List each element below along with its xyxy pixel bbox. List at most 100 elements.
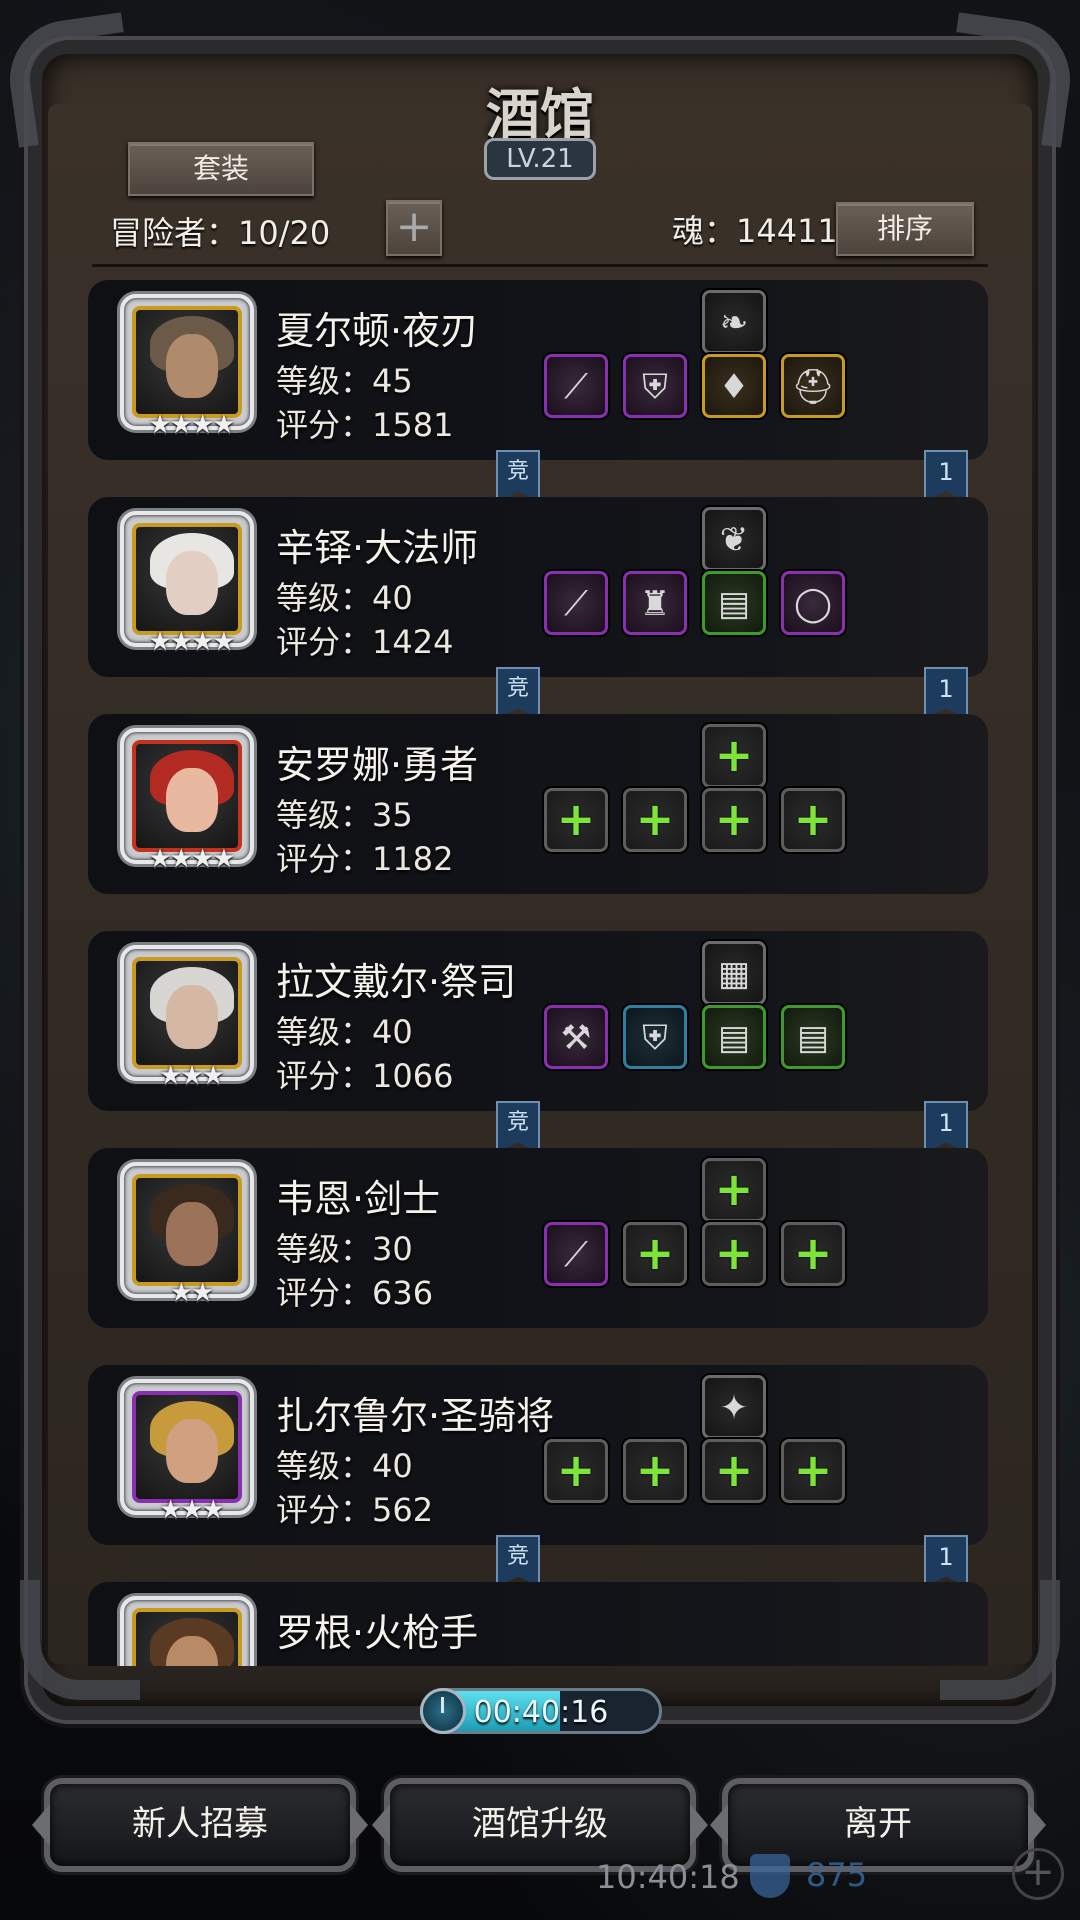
equipment-slot[interactable]: ▤ [702,1005,766,1069]
portrait-frame [132,306,242,418]
star-rating: ★★★ [159,1495,225,1525]
empty-equipment-slot[interactable]: + [623,788,687,852]
hero-score: 评分：1424 [276,623,454,661]
emblem-icon: ✦ [719,1388,749,1428]
arena-ribbon-badge: 竞 [496,667,540,719]
empty-equipment-slot[interactable]: + [702,788,766,852]
plus-icon: + [635,1226,675,1280]
hero-card[interactable]: ★★★★ 安罗娜·勇者 等级：35 评分：1182 + + + + + [88,714,988,894]
hero-portrait[interactable]: ★★★ [120,945,254,1091]
hero-level: 等级：40 [276,579,413,617]
hero-card[interactable]: ★★★ 拉文戴尔·祭司 等级：40 评分：1066 ▦ ⚒ ⛨ ▤ ▤ [88,931,988,1111]
equipment-slot[interactable]: ⚒ [544,1005,608,1069]
plus-icon: + [714,792,754,846]
portrait-frame [132,523,242,635]
equipment-slot[interactable]: ▦ [702,941,766,1005]
empty-equipment-slot[interactable]: + [702,1158,766,1222]
star-rating: ★★★★ [148,844,235,874]
portrait-frame [132,1608,242,1666]
equipment-slot[interactable]: ✦ [702,1375,766,1439]
hero-portrait[interactable]: ★★★★ [120,294,254,440]
empty-equipment-slot[interactable]: + [781,1439,845,1503]
hammer-icon: ⚒ [560,1018,592,1058]
hero-level: 等级：45 [276,362,413,400]
team-ribbon-badge: 1 [924,667,968,719]
hero-score: 评分：1581 [276,406,454,444]
equipment-slot[interactable]: ◯ [781,571,845,635]
sword-icon: ⟋ [564,1235,588,1275]
dagger-icon: ⟋ [564,367,588,407]
plus-icon: + [793,792,833,846]
hero-card[interactable]: ★★★ 扎尔鲁尔·圣骑将 等级：40 评分：562 ✦ + + + + [88,1365,988,1545]
hero-card[interactable]: ★★★★ 夏尔顿·夜刃等级：45 评分：1581 ❧ ⟋ ⛨ ♦ ⛑ [88,280,988,460]
hero-portrait[interactable]: ★★★★ [120,511,254,657]
plus-icon: + [556,1443,596,1497]
plus-icon: + [793,1226,833,1280]
arena-ribbon-badge: 竞 [496,450,540,502]
hero-name: 夏尔顿·夜刃 [276,309,479,353]
equipment-slot[interactable]: ⟋ [544,354,608,418]
empty-equipment-slot[interactable]: + [702,724,766,788]
hero-avatar-face [166,1202,218,1266]
equipment-slot[interactable]: ♦ [702,354,766,418]
star-rating: ★★★★ [148,627,235,657]
star-rating: ★★★ [159,1061,225,1091]
hero-portrait[interactable]: ★★★★ [120,728,254,874]
sort-button[interactable]: 排序 [836,202,974,256]
suit-button[interactable]: 套装 [128,142,314,196]
hero-avatar-face [166,1419,218,1483]
add-adventurer-slot-button[interactable]: + [386,200,442,256]
chest-icon: ▤ [717,1018,751,1058]
empty-equipment-slot[interactable]: + [544,1439,608,1503]
hero-score: 评分：1066 [276,1057,454,1095]
hero-card[interactable]: ★★ 韦恩·剑士 等级：30 评分：636 + ⟋ + + + [88,1148,988,1328]
hero-portrait[interactable]: ★★★ [120,1379,254,1525]
arena-ribbon-badge: 竞 [496,1535,540,1587]
equipment-slot[interactable]: ⟋ [544,1222,608,1286]
plus-icon: + [714,1162,754,1216]
hero-card[interactable]: 罗根·火枪手等级 [88,1582,988,1666]
empty-equipment-slot[interactable]: + [702,1439,766,1503]
feather-icon: ❧ [719,303,749,343]
plus-icon: + [714,1226,754,1280]
recruit-button[interactable]: 新人招募 [44,1778,356,1872]
adventurer-count: 冒险者：10/20 [110,214,331,252]
equipment-slot[interactable]: ▤ [781,1005,845,1069]
hero-list[interactable]: ★★★★ 夏尔顿·夜刃 等级：45 评分：1581 ❧ ⟋ ⛨ ♦ ⛑ 竞 1 ★★★★ 辛铎·大法师等… [86,280,990,1666]
equipment-slot[interactable]: ⛑ [781,354,845,418]
equipment-slot[interactable]: ⟋ [544,571,608,635]
star-rating: ★★ [169,1278,215,1308]
equipment-slot[interactable]: ⛨ [623,1005,687,1069]
empty-equipment-slot[interactable]: + [781,1222,845,1286]
hero-name: 安罗娜·勇者 [276,743,479,787]
equipment-slot[interactable]: ♜ [623,571,687,635]
background-add-button: + [1012,1848,1064,1900]
plus-icon: + [635,792,675,846]
hero-level: 等级：40 [276,1447,413,1485]
chest-icon: ▤ [796,1018,830,1058]
equipment-slot[interactable]: ❧ [702,290,766,354]
hero-level: 等级：30 [276,1230,413,1268]
plus-icon: + [714,728,754,782]
hero-avatar-face [166,985,218,1049]
tavern-level-badge: LV.21 [484,138,596,180]
empty-equipment-slot[interactable]: + [544,788,608,852]
robe-icon: ♜ [639,584,671,624]
equipment-slot[interactable]: ▤ [702,571,766,635]
hero-score: 评分：1182 [276,840,454,878]
plus-icon: + [556,792,596,846]
equipment-slot[interactable]: ⛨ [623,354,687,418]
empty-equipment-slot[interactable]: + [781,788,845,852]
hero-name: 韦恩·剑士 [276,1177,441,1221]
hero-portrait[interactable]: ★★ [120,1162,254,1308]
equipment-slot[interactable]: ❦ [702,507,766,571]
hero-card[interactable]: ★★★★ 辛铎·大法师 等级：40 评分：1424 ❦ ⟋ ♜ ▤ ◯ [88,497,988,677]
hero-avatar-face [166,768,218,832]
horn-icon: ❦ [719,520,749,560]
shield-icon [750,1854,790,1898]
hero-portrait[interactable] [120,1596,254,1666]
empty-equipment-slot[interactable]: + [702,1222,766,1286]
hero-name: 扎尔鲁尔·圣骑将 [276,1394,555,1438]
empty-equipment-slot[interactable]: + [623,1222,687,1286]
empty-equipment-slot[interactable]: + [623,1439,687,1503]
